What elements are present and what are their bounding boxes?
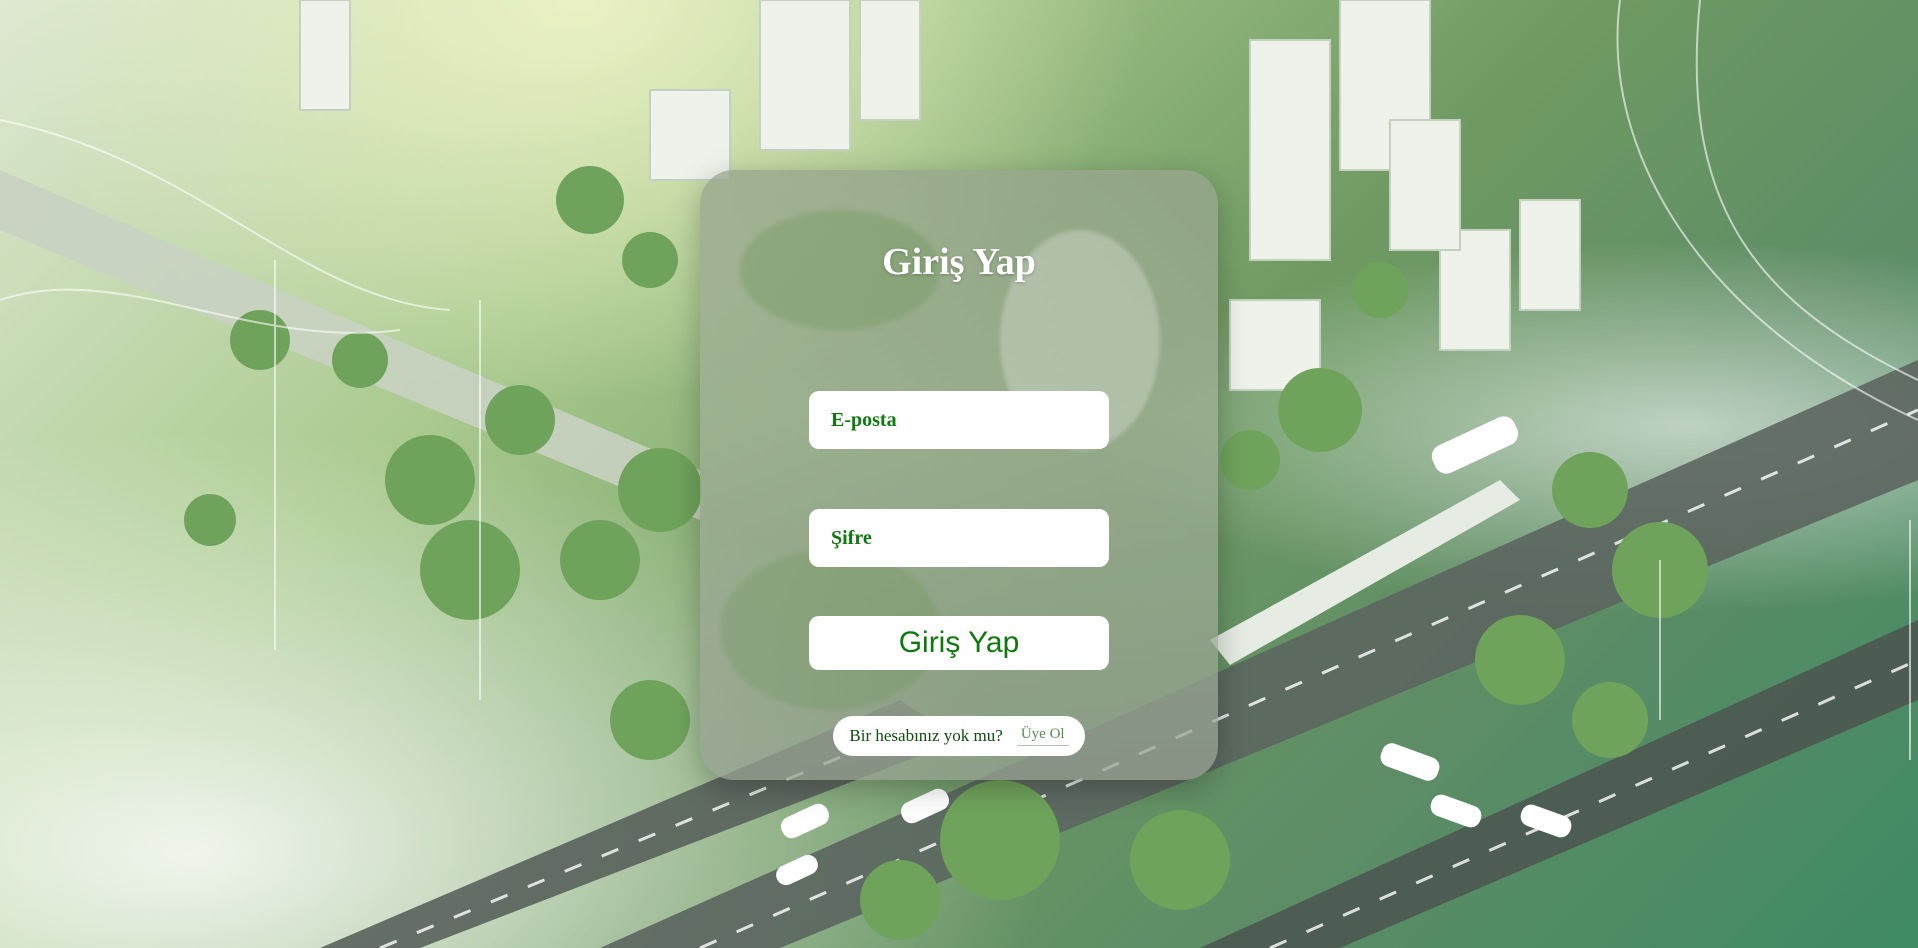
login-title: Giriş Yap [882,241,1036,283]
password-field[interactable] [809,509,1109,567]
password-input[interactable] [829,525,1089,551]
email-input[interactable] [829,407,1089,433]
login-card: Giriş Yap Giriş Yap Bir hesabınız yok mu… [700,170,1218,780]
login-submit-button[interactable]: Giriş Yap [809,616,1109,670]
email-field[interactable] [809,391,1109,449]
signup-prompt-text: Bir hesabınız yok mu? [849,726,1003,745]
signup-prompt-pill: Bir hesabınız yok mu? Üye Ol [833,716,1085,756]
signup-link[interactable]: Üye Ol [1016,726,1069,746]
